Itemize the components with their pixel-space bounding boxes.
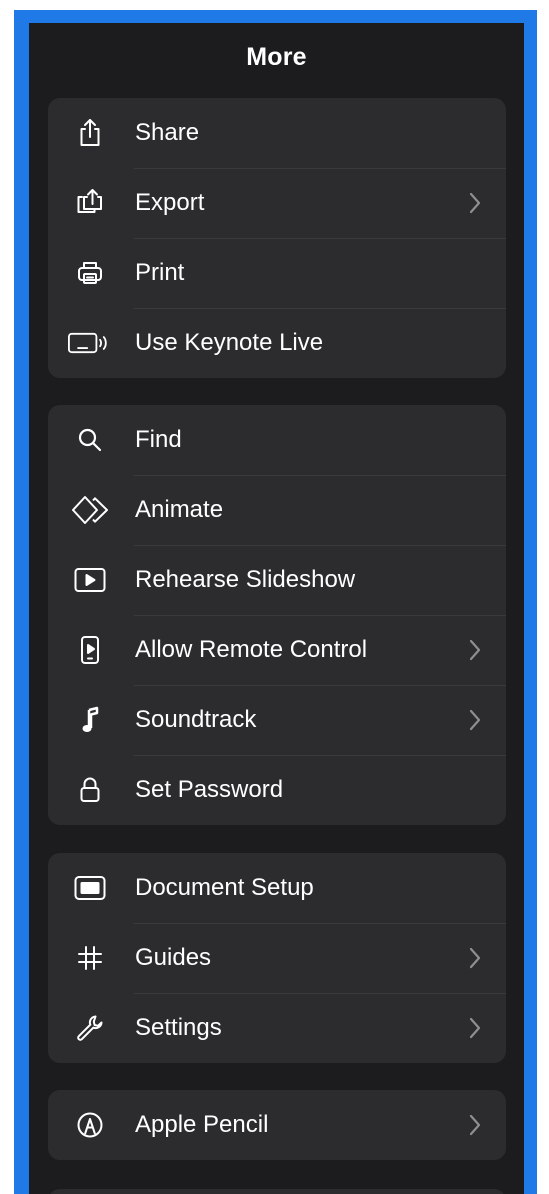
keynote-live-label: Use Keynote Live <box>135 329 324 356</box>
rehearse-slideshow-label: Rehearse Slideshow <box>135 566 356 593</box>
chevron-right-icon <box>469 192 481 214</box>
export-icon <box>68 185 112 221</box>
menu-group-document: Document Setup Guides Settings <box>48 853 506 1063</box>
share-row[interactable]: Share <box>48 98 506 168</box>
find-row[interactable]: Find <box>48 405 506 475</box>
animate-row[interactable]: Animate <box>48 475 506 545</box>
chevron-right-icon <box>469 639 481 661</box>
play-icon <box>68 562 112 598</box>
guides-label: Guides <box>135 944 212 971</box>
lock-icon <box>68 772 112 808</box>
apple-pencil-row[interactable]: Apple Pencil <box>48 1090 506 1160</box>
export-label: Export <box>135 189 205 216</box>
wrench-icon <box>68 1010 112 1046</box>
chevron-right-icon <box>469 709 481 731</box>
print-label: Print <box>135 259 185 286</box>
apple-pencil-label: Apple Pencil <box>135 1111 269 1138</box>
animate-icon <box>68 492 112 528</box>
set-password-label: Set Password <box>135 776 284 803</box>
share-label: Share <box>135 119 200 146</box>
search-icon <box>68 422 112 458</box>
more-popover: More Share Export Print Use Keynote Live… <box>29 23 524 1194</box>
allow-remote-control-row[interactable]: Allow Remote Control <box>48 615 506 685</box>
chevron-right-icon <box>469 1114 481 1136</box>
chevron-right-icon <box>469 1017 481 1039</box>
allow-remote-control-label: Allow Remote Control <box>135 636 368 663</box>
remote-control-icon <box>68 632 112 668</box>
hash-icon <box>68 940 112 976</box>
menu-group-presentation: Find Animate Rehearse Slideshow Allow Re… <box>48 405 506 825</box>
export-row[interactable]: Export <box>48 168 506 238</box>
rehearse-slideshow-row[interactable]: Rehearse Slideshow <box>48 545 506 615</box>
print-icon <box>68 255 112 291</box>
document-setup-label: Document Setup <box>135 874 314 901</box>
chevron-right-icon <box>469 947 481 969</box>
menu-group-partial <box>48 1189 506 1194</box>
share-icon <box>68 115 112 151</box>
soundtrack-label: Soundtrack <box>135 706 257 733</box>
music-note-icon <box>68 702 112 738</box>
popover-title: More <box>246 43 307 71</box>
find-label: Find <box>135 426 182 453</box>
settings-label: Settings <box>135 1014 222 1041</box>
menu-group-pencil: Apple Pencil <box>48 1090 506 1160</box>
keynote-live-row[interactable]: Use Keynote Live <box>48 308 506 378</box>
set-password-row[interactable]: Set Password <box>48 755 506 825</box>
print-row[interactable]: Print <box>48 238 506 308</box>
menu-group-sharing: Share Export Print Use Keynote Live <box>48 98 506 378</box>
animate-label: Animate <box>135 496 224 523</box>
pencil-icon <box>68 1107 112 1143</box>
soundtrack-row[interactable]: Soundtrack <box>48 685 506 755</box>
keynote-live-icon <box>68 325 112 361</box>
document-setup-icon <box>68 870 112 906</box>
guides-row[interactable]: Guides <box>48 923 506 993</box>
settings-row[interactable]: Settings <box>48 993 506 1063</box>
document-setup-row[interactable]: Document Setup <box>48 853 506 923</box>
